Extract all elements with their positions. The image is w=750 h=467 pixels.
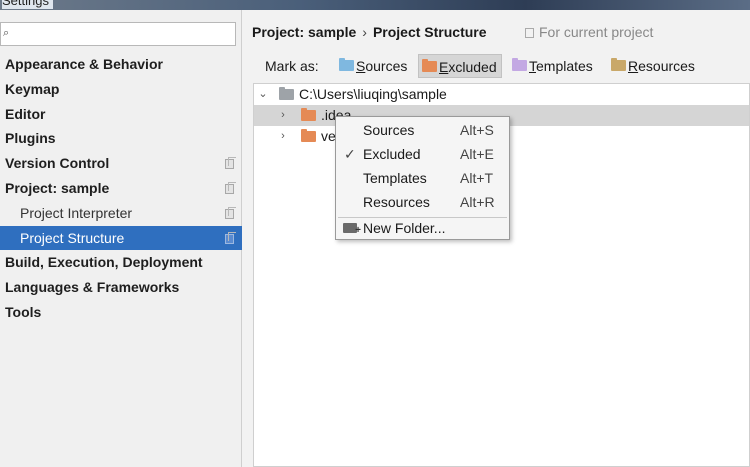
excluded-folder-icon <box>422 59 437 72</box>
menu-item-resources[interactable]: Resources Alt+R <box>336 190 509 214</box>
sidebar-item-label: Tools <box>5 303 42 320</box>
breadcrumb: Project: sample › Project Structure <box>252 24 487 40</box>
project-scope-icon <box>225 206 236 219</box>
page-title: Project Structure <box>372 24 487 40</box>
menu-item-label: Resources <box>363 194 430 210</box>
sidebar-item-label: Keymap <box>5 80 60 97</box>
search-input[interactable] <box>15 25 231 43</box>
sidebar-item-label: Project Structure <box>20 229 125 246</box>
mark-excluded-button[interactable]: Excluded <box>418 54 502 78</box>
mark-resources-button[interactable]: Resources <box>608 54 699 78</box>
resources-folder-icon <box>611 58 626 71</box>
for-current-label: For current project <box>539 24 654 40</box>
menu-item-shortcut: Alt+S <box>460 122 494 138</box>
mnemonic-letter: E <box>439 59 449 75</box>
menu-item-shortcut: Alt+T <box>460 170 494 186</box>
menu-item-sources[interactable]: Sources Alt+S <box>336 118 509 142</box>
sidebar-item-tools[interactable]: Tools <box>0 300 242 325</box>
settings-sidebar: ⌕ Appearance & Behavior Keymap Editor Pl… <box>0 10 242 467</box>
mnemonic-letter: S <box>356 58 366 74</box>
sidebar-item-plugins[interactable]: Plugins <box>0 126 242 151</box>
search-box[interactable]: ⌕ <box>0 22 236 46</box>
button-label: emplates <box>536 58 593 74</box>
mark-as-label: Mark as: <box>265 58 319 74</box>
button-label: ources <box>365 58 408 74</box>
sidebar-item-label: Plugins <box>5 130 56 147</box>
sidebar-item-keymap[interactable]: Keymap <box>0 77 242 102</box>
mark-as-toolbar: Mark as: Sources Excluded Templates Reso… <box>243 53 750 79</box>
sidebar-item-project-interpreter[interactable]: Project Interpreter <box>0 201 242 226</box>
menu-item-excluded[interactable]: ✓ Excluded Alt+E <box>336 142 509 166</box>
for-current-project-note: For current project <box>525 24 653 40</box>
templates-folder-icon <box>512 58 527 71</box>
sidebar-item-label: Appearance & Behavior <box>5 56 163 72</box>
sources-folder-icon <box>339 58 354 71</box>
breadcrumb-project[interactable]: Project: sample <box>252 24 356 40</box>
search-icon[interactable]: ⌕ <box>3 27 9 40</box>
chevron-down-icon[interactable]: ⌄ <box>257 84 269 105</box>
tree-root-label: C:\Users\liuqing\sample <box>299 86 447 102</box>
menu-item-label: Excluded <box>363 146 421 162</box>
sidebar-item-build[interactable]: Build, Execution, Deployment <box>0 250 242 275</box>
menu-item-shortcut: Alt+E <box>460 146 494 162</box>
sidebar-item-label: Project Interpreter <box>20 204 133 221</box>
button-label: xcluded <box>448 59 497 75</box>
menu-item-label: Templates <box>363 170 427 186</box>
tree-item-label: ve <box>321 128 336 144</box>
tree-root-row[interactable]: ⌄ C:\Users\liuqing\sample <box>254 84 749 105</box>
project-scope-icon <box>525 28 534 38</box>
chevron-right-icon[interactable]: › <box>277 126 289 147</box>
menu-item-shortcut: Alt+R <box>460 194 495 210</box>
button-label: esources <box>638 58 695 74</box>
project-scope-icon <box>225 231 236 244</box>
chevron-right-icon[interactable]: › <box>277 105 289 126</box>
project-scope-icon <box>225 181 236 194</box>
sidebar-item-appearance[interactable]: Appearance & Behavior <box>0 52 242 77</box>
title-bar: Settings <box>0 0 750 10</box>
mark-sources-button[interactable]: Sources <box>336 54 411 78</box>
new-folder-icon <box>343 219 361 243</box>
sidebar-item-editor[interactable]: Editor <box>0 102 242 127</box>
menu-item-templates[interactable]: Templates Alt+T <box>336 166 509 190</box>
mark-templates-button[interactable]: Templates <box>509 54 597 78</box>
window-title: Settings <box>2 0 53 9</box>
sidebar-item-project[interactable]: Project: sample <box>0 176 242 201</box>
menu-item-label: New Folder... <box>363 220 446 236</box>
mark-as-context-menu: Sources Alt+S ✓ Excluded Alt+E Templates… <box>335 116 510 243</box>
sidebar-item-label: Languages & Frameworks <box>5 279 180 296</box>
settings-nav: Appearance & Behavior Keymap Editor Plug… <box>0 52 242 325</box>
mnemonic-letter: T <box>529 58 536 74</box>
sidebar-item-label: Project: sample <box>5 179 110 196</box>
excluded-folder-icon <box>301 108 316 121</box>
checkmark-icon: ✓ <box>344 146 356 162</box>
sidebar-item-version-control[interactable]: Version Control <box>0 151 242 176</box>
mnemonic-letter: R <box>628 58 639 74</box>
excluded-folder-icon <box>301 129 316 142</box>
breadcrumb-separator: › <box>362 24 367 40</box>
sidebar-item-label: Build, Execution, Deployment <box>5 254 203 271</box>
folder-icon <box>279 87 294 100</box>
project-scope-icon <box>225 157 236 170</box>
sidebar-item-label: Version Control <box>5 155 110 172</box>
sidebar-item-project-structure[interactable]: Project Structure <box>0 225 242 251</box>
menu-item-label: Sources <box>363 122 415 138</box>
sidebar-item-languages[interactable]: Languages & Frameworks <box>0 275 242 300</box>
sidebar-item-label: Editor <box>5 105 46 122</box>
menu-item-new-folder[interactable]: New Folder... <box>336 216 509 243</box>
